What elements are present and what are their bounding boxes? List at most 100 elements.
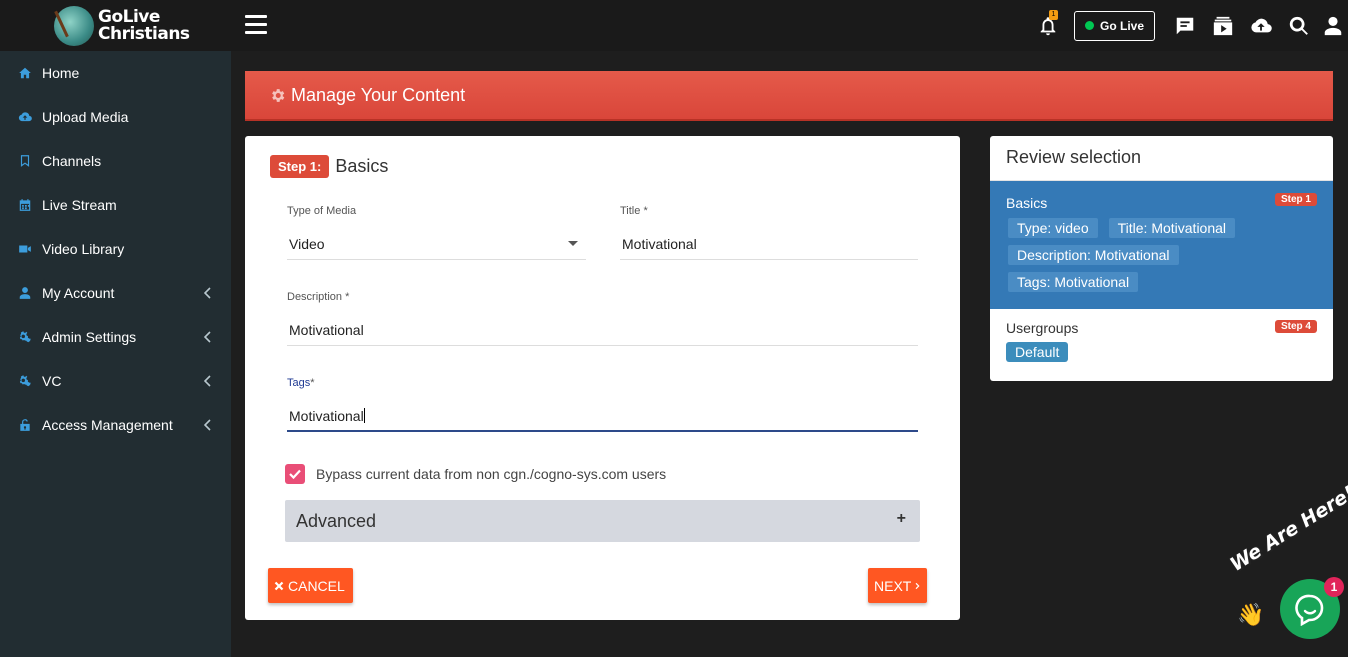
live-dot-icon (1084, 21, 1094, 30)
bypass-option: Bypass current data from non cgn./cogno-… (285, 464, 666, 484)
chat-message-icon (1176, 17, 1194, 34)
text-cursor (363, 408, 365, 423)
type-of-media-field: Type of Media Video (287, 205, 586, 260)
description-input[interactable]: Motivational (287, 315, 918, 346)
field-label: Type of Media (287, 205, 357, 217)
home-icon (18, 66, 32, 80)
waving-hand-icon: 👋 (1237, 602, 1265, 627)
review-chip: Tags: Motivational (1008, 272, 1139, 292)
chat-unread-badge: 1 (1324, 577, 1344, 597)
review-usergroups-section[interactable]: Step 4 Usergroups Default (990, 309, 1333, 373)
description-field: Description * Motivational (287, 291, 918, 346)
review-chip: Default (1006, 342, 1069, 362)
sidebar-item-home[interactable]: Home (0, 51, 231, 95)
input-value: Motivational (289, 322, 364, 338)
step-header: Step 1: Basics (270, 155, 388, 178)
cloud-upload-icon (1251, 18, 1272, 32)
chevron-left-icon (203, 418, 211, 431)
advanced-section-toggle[interactable]: Advanced + (285, 500, 920, 542)
search-button[interactable] (1280, 0, 1318, 51)
tags-input[interactable]: Motivational (287, 401, 918, 432)
notifications-button[interactable]: 1 (1029, 0, 1067, 51)
sidebar-item-upload-media[interactable]: Upload Media (0, 95, 231, 139)
step-badge: Step 1: (270, 155, 330, 178)
tags-field: Tags* Motivational (287, 377, 918, 432)
user-icon (1324, 16, 1342, 35)
sidebar-item-label: Home (42, 65, 80, 81)
cancel-label: CANCEL (288, 577, 345, 594)
sidebar-item-label: My Account (42, 285, 115, 301)
hamburger-menu-icon[interactable] (245, 15, 267, 35)
search-icon (1289, 16, 1308, 35)
go-live-button[interactable]: Go Live (1073, 10, 1155, 41)
review-section-title: Usergroups (1006, 320, 1079, 336)
chat-bubble-icon (1295, 594, 1324, 626)
playlist-icon (1213, 16, 1233, 35)
sidebar-item-my-account[interactable]: My Account (0, 271, 231, 315)
unlock-icon (18, 418, 32, 432)
sidebar-item-label: Upload Media (42, 109, 129, 125)
input-value: Motivational (289, 408, 364, 424)
cogs-icon (18, 374, 32, 388)
sidebar-item-channels[interactable]: Channels (0, 139, 231, 183)
logo-globe-icon (54, 5, 94, 46)
top-icons: 1 Go Live (1029, 0, 1348, 51)
input-value: Motivational (622, 236, 697, 252)
review-chip: Title: Motivational (1108, 218, 1236, 238)
review-basics-section[interactable]: Step 1 Basics Type: video Title: Motivat… (990, 181, 1333, 309)
bypass-label: Bypass current data from non cgn./cogno-… (316, 466, 667, 482)
bypass-checkbox[interactable] (285, 464, 305, 484)
sidebar-item-label: Live Stream (42, 197, 117, 213)
review-chip: Description: Motivational (1008, 245, 1179, 265)
checkmark-icon (289, 469, 301, 480)
field-label: Description * (287, 291, 350, 303)
sidebar-item-access-management[interactable]: Access Management (0, 403, 231, 447)
sidebar-item-label: Access Management (42, 417, 173, 433)
field-label: Title * (620, 205, 648, 217)
top-navbar: GoLive Christians 1 Go Live (0, 0, 1348, 51)
review-title: Review selection (990, 136, 1333, 181)
field-label: Tags* (287, 377, 315, 389)
sidebar-item-label: Video Library (42, 241, 125, 257)
upload-button[interactable] (1242, 0, 1280, 51)
content-form-card: Step 1: Basics Type of Media Video Title… (245, 136, 960, 620)
select-value: Video (289, 236, 325, 252)
sidebar-item-vc[interactable]: VC (0, 359, 231, 403)
review-selection-panel: Review selection Step 1 Basics Type: vid… (990, 136, 1333, 381)
cancel-button[interactable]: CANCEL (268, 568, 353, 603)
cloud-upload-icon (18, 110, 32, 124)
cogs-icon (18, 330, 32, 344)
calendar-icon (18, 198, 32, 212)
logo-text: GoLive Christians (98, 6, 190, 44)
page-banner: Manage Your Content (245, 71, 1333, 121)
logo-line-2: Christians (98, 23, 190, 44)
dropdown-caret-icon (568, 241, 578, 246)
gear-icon (269, 87, 286, 104)
type-of-media-select[interactable]: Video (287, 229, 586, 260)
chevron-left-icon (203, 330, 211, 343)
logo-line-1: GoLive (98, 6, 160, 27)
messages-button[interactable] (1166, 0, 1204, 51)
user-icon (18, 286, 32, 300)
go-live-label: Go Live (1099, 18, 1144, 33)
sidebar-item-live-stream[interactable]: Live Stream (0, 183, 231, 227)
title-input[interactable]: Motivational (620, 229, 918, 260)
chevron-left-icon (203, 374, 211, 387)
chat-widget: We Are Here! 👋 1 (1226, 482, 1348, 657)
sidebar-item-label: VC (42, 373, 62, 389)
sidebar-item-video-library[interactable]: Video Library (0, 227, 231, 271)
bookmark-icon (18, 154, 32, 168)
main-content: Manage Your Content Step 1: Basics Type … (231, 51, 1348, 657)
review-section-title: Basics (1006, 195, 1048, 211)
next-button[interactable]: NEXT (868, 568, 927, 603)
step-title: Basics (335, 156, 389, 176)
user-menu-button[interactable] (1318, 0, 1348, 51)
brand-logo[interactable]: GoLive Christians (0, 0, 231, 51)
chevron-right-icon (915, 582, 920, 589)
title-field: Title * Motivational (620, 205, 918, 260)
sidebar-item-label: Channels (42, 153, 102, 169)
sidebar: Home Upload Media Channels Live Stream V… (0, 51, 231, 657)
video-camera-icon (18, 242, 32, 256)
playlist-button[interactable] (1204, 0, 1242, 51)
sidebar-item-admin-settings[interactable]: Admin Settings (0, 315, 231, 359)
